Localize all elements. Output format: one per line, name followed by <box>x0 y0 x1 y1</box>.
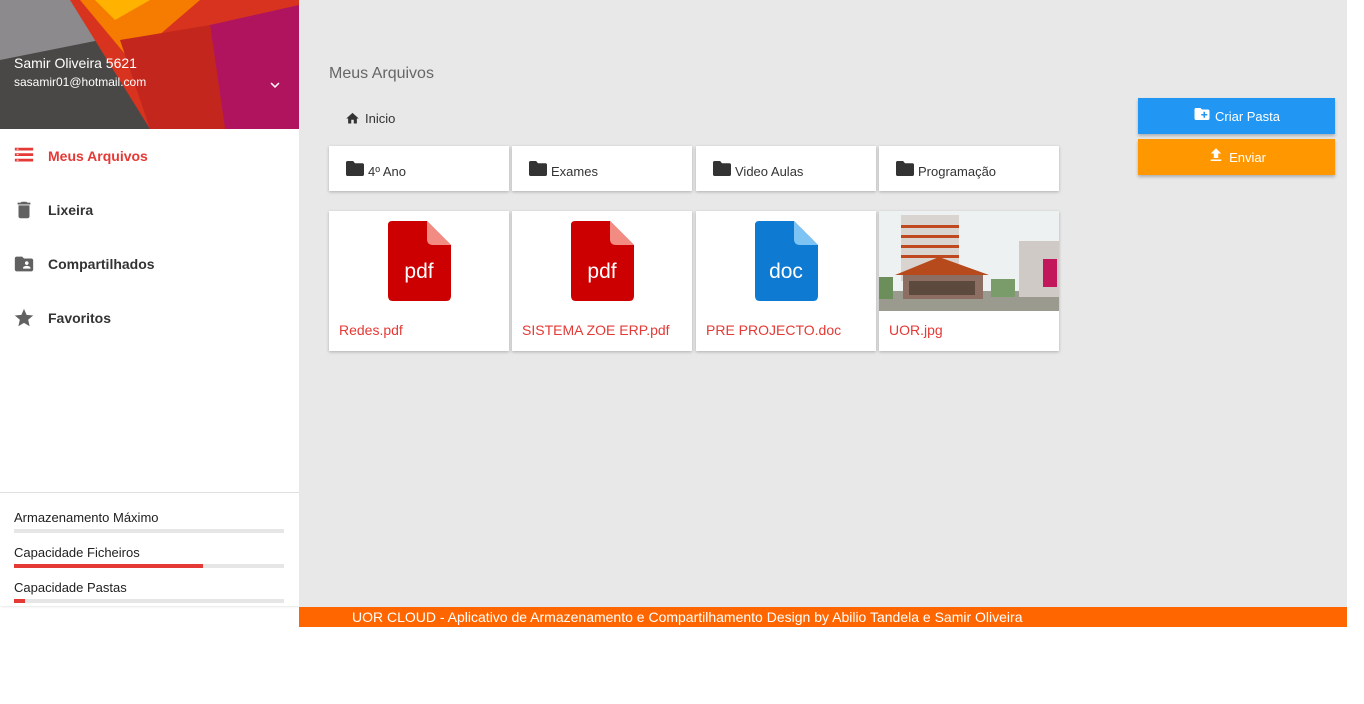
breadcrumb-label: Inicio <box>365 111 396 126</box>
folder-name: Video Aulas <box>735 164 804 179</box>
storage-bar <box>14 599 284 603</box>
nav-item-compartilhados[interactable]: Compartilhados <box>0 237 299 291</box>
create-folder-label: Criar Pasta <box>1214 108 1281 124</box>
storage-folders: Capacidade Pastas <box>0 580 299 615</box>
folder-icon <box>713 161 731 176</box>
folder-icon <box>896 161 914 176</box>
file-badge: doc <box>769 260 803 283</box>
upload-button[interactable]: Enviar <box>1138 139 1335 175</box>
upload-label: Enviar <box>1229 149 1266 165</box>
folder-icon <box>346 161 364 176</box>
folder-name: Exames <box>551 164 598 179</box>
list-icon <box>14 147 34 162</box>
nav-item-meus-arquivos[interactable]: Meus Arquivos <box>0 129 299 183</box>
folder-card[interactable]: Programação <box>879 146 1059 191</box>
nav-label: Compartilhados <box>48 256 155 272</box>
file-name: UOR.jpg <box>889 322 943 338</box>
file-name: Redes.pdf <box>339 322 403 338</box>
file-badge: pdf <box>404 260 433 283</box>
user-email: sasamir01@hotmail.com <box>14 75 147 89</box>
storage-bar-fill <box>14 599 25 603</box>
upload-icon <box>1210 148 1222 161</box>
storage-label: Capacidade Pastas <box>14 580 127 595</box>
pdf-file-icon: pdf <box>388 221 451 301</box>
main-content: Meus Arquivos Inicio 4º Ano Exames Video… <box>299 0 1347 607</box>
trash-icon <box>17 201 31 219</box>
home-icon <box>346 112 359 124</box>
user-name: Samir Oliveira 5621 <box>14 55 137 71</box>
nav-label: Lixeira <box>48 202 94 218</box>
storage-bar-fill <box>14 564 203 568</box>
nav-label: Meus Arquivos <box>48 148 148 164</box>
folder-card[interactable]: Exames <box>512 146 692 191</box>
breadcrumb[interactable]: Inicio <box>345 111 395 126</box>
storage-panel: Armazenamento Máximo Capacidade Ficheiro… <box>0 492 299 615</box>
create-folder-button[interactable]: Criar Pasta <box>1138 98 1335 134</box>
folder-name: Programação <box>918 164 997 179</box>
file-card[interactable]: pdf SISTEMA ZOE ERP.pdf <box>512 211 692 351</box>
storage-bar <box>14 529 284 533</box>
file-name: PRE PROJECTO.doc <box>706 322 842 338</box>
page-title: Meus Arquivos <box>329 65 434 82</box>
pdf-file-icon: pdf <box>571 221 634 301</box>
file-badge: pdf <box>587 260 616 283</box>
nav-label: Favoritos <box>48 310 112 326</box>
file-name: SISTEMA ZOE ERP.pdf <box>522 322 670 338</box>
sidebar-nav: Meus Arquivos Lixeira Compartilhados Fav… <box>0 129 299 345</box>
file-card[interactable]: pdf Redes.pdf <box>329 211 509 351</box>
star-icon <box>14 308 34 327</box>
chevron-down-icon[interactable] <box>266 76 284 94</box>
folder-card[interactable]: Video Aulas <box>696 146 876 191</box>
folder-card[interactable]: 4º Ano <box>329 146 509 191</box>
storage-label: Armazenamento Máximo <box>14 510 159 525</box>
folder-name: 4º Ano <box>368 164 407 179</box>
nav-item-favoritos[interactable]: Favoritos <box>0 291 299 345</box>
nav-item-lixeira[interactable]: Lixeira <box>0 183 299 237</box>
storage-bar <box>14 564 284 568</box>
shared-folder-icon <box>14 256 34 272</box>
doc-file-icon: doc <box>755 221 818 301</box>
footer: UOR CLOUD - Aplicativo de Armazenamento … <box>299 607 1347 627</box>
storage-max: Armazenamento Máximo <box>0 510 299 545</box>
profile-header: Samir Oliveira 5621 sasamir01@hotmail.co… <box>0 0 299 129</box>
storage-label: Capacidade Ficheiros <box>14 545 140 560</box>
create-folder-icon <box>1194 108 1210 120</box>
file-card[interactable]: UOR.jpg <box>879 211 1059 351</box>
sidebar: Samir Oliveira 5621 sasamir01@hotmail.co… <box>0 0 299 606</box>
folder-icon <box>529 161 547 176</box>
file-card[interactable]: doc PRE PROJECTO.doc <box>696 211 876 351</box>
image-thumbnail <box>879 211 1059 311</box>
storage-files: Capacidade Ficheiros <box>0 545 299 580</box>
